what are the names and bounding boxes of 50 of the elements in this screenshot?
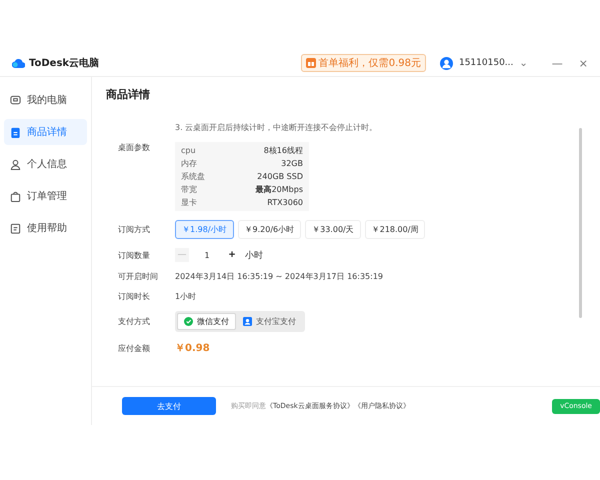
quantity-field[interactable]: 1 <box>195 250 219 260</box>
user-name[interactable]: 15110150... <box>458 58 514 68</box>
gift-icon <box>306 58 316 68</box>
person-icon <box>10 158 21 170</box>
plan-option[interactable]: ￥1.98/小时 <box>175 220 234 239</box>
close-button[interactable]: × <box>578 56 588 70</box>
spec-name: 带宽 <box>181 184 197 196</box>
monitor-icon <box>10 94 21 106</box>
spec-name: cpu <box>181 145 196 157</box>
sidebar-item[interactable]: 使用帮助 <box>4 215 87 241</box>
sidebar-item[interactable]: 商品详情 <box>4 119 87 145</box>
dropdown-caret[interactable]: ⌄ <box>519 58 528 68</box>
spec-value: 8核16线程 <box>264 145 303 157</box>
document-icon <box>10 222 21 234</box>
page-title: 商品详情 <box>105 87 151 103</box>
spec-name: 内存 <box>181 158 197 170</box>
plan-option[interactable]: ￥9.20/6小时 <box>238 220 302 239</box>
sidebar-item[interactable]: 个人信息 <box>4 151 87 177</box>
duration-text: 1小时 <box>175 291 196 302</box>
plan-option[interactable]: ￥218.00/周 <box>364 220 426 239</box>
spec-value: 最高20Mbps <box>256 184 303 196</box>
scrollbar[interactable] <box>579 128 582 318</box>
amount-text: ￥0.98 <box>175 342 210 355</box>
note-text: 3. 云桌面开启后持续计时，中途断开连接不会停止计时。 <box>175 122 378 133</box>
field-label: 订阅数量 <box>118 250 151 260</box>
unit-text: 小时 <box>245 250 263 262</box>
minimize-button[interactable]: — <box>552 56 563 70</box>
clipboard-icon <box>10 126 21 138</box>
field-label: 应付金额 <box>118 342 151 354</box>
sidebar-item[interactable]: 我的电脑 <box>4 87 87 113</box>
field-label: 订阅时长 <box>118 291 151 302</box>
field-label: 支付方式 <box>118 316 151 327</box>
field-label: 订阅方式 <box>118 224 151 235</box>
avatar-icon[interactable] <box>440 56 453 70</box>
cloud-logo-icon <box>12 58 25 68</box>
spec-name: 系统盘 <box>181 171 205 183</box>
spec-value: RTX3060 <box>267 197 303 209</box>
spec-name: 显卡 <box>181 197 197 209</box>
plan-option[interactable]: ￥33.00/天 <box>305 220 361 239</box>
app-name: ToDesk云电脑 <box>29 56 100 70</box>
bag-icon <box>10 190 21 202</box>
payment-option[interactable]: 微信支付 <box>177 313 236 330</box>
spec-value: 240GB SSD <box>257 171 303 183</box>
pay-button[interactable]: 去支付 <box>122 397 216 415</box>
spec-value: 32GB <box>281 158 303 170</box>
field-label: 桌面参数 <box>118 142 151 153</box>
field-label: 可开启时间 <box>118 271 159 282</box>
time-range-text: 2024年3月14日 16:35:19 ~ 2024年3月17日 16:35:19 <box>175 271 383 282</box>
payment-option[interactable]: 支付宝支付 <box>236 313 303 330</box>
sidebar-item[interactable]: 订单管理 <box>4 183 87 209</box>
